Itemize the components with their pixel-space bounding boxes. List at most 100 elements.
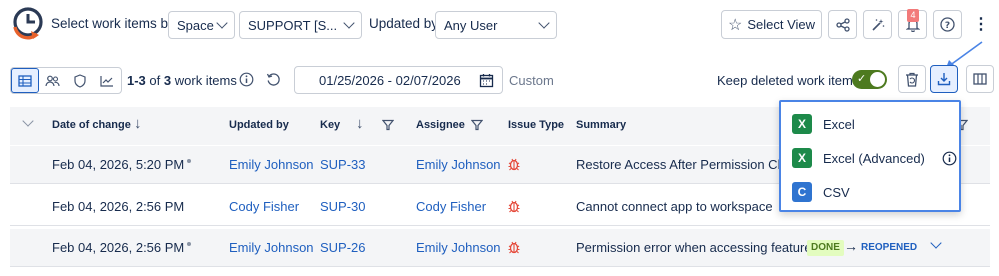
export-menu-item-label: Excel <box>823 116 855 132</box>
row-date: Feb 04, 2026, 2:56 PM <box>52 240 192 255</box>
table-row[interactable]: Feb 04, 2026, 2:56 PM Emily Johnson SUP-… <box>10 229 990 267</box>
changed-dot-icon <box>187 159 192 163</box>
header-updated-by[interactable]: Updated by <box>229 119 289 131</box>
keep-deleted-toggle[interactable]: ✓ <box>852 70 887 89</box>
sort-down-icon[interactable]: ↓ <box>356 115 364 132</box>
filter-icon[interactable] <box>382 119 394 131</box>
share-button[interactable] <box>828 10 857 39</box>
row-date: Feb 04, 2026, 5:20 PM <box>52 157 192 172</box>
keep-deleted-label: Keep deleted work items <box>717 73 860 88</box>
view-switcher <box>10 67 122 94</box>
date-range-input[interactable]: 01/25/2026 - 02/07/2026 <box>294 66 503 94</box>
export-menu-item-label: CSV <box>823 184 850 200</box>
item-count-range: 1-3 <box>127 73 146 88</box>
trash-button[interactable] <box>898 65 926 93</box>
changed-dot-icon <box>187 242 192 246</box>
row-updated-by[interactable]: Emily Johnson <box>229 157 314 172</box>
header-key[interactable]: Key <box>320 119 340 131</box>
header-assignee[interactable]: Assignee <box>416 119 465 131</box>
item-count-of: of <box>149 73 161 88</box>
item-count-suffix: work items <box>174 73 237 88</box>
sort-down-icon[interactable]: ↓ <box>134 115 142 132</box>
help-icon: ? <box>940 17 955 32</box>
row-updated-by[interactable]: Cody Fisher <box>229 199 299 214</box>
row-summary[interactable]: Permission error when accessing feature <box>576 240 812 255</box>
row-assignee[interactable]: Emily Johnson <box>416 157 501 172</box>
row-summary[interactable]: Cannot connect app to workspace <box>576 199 773 214</box>
export-menu-item-label: Excel (Advanced) <box>823 150 925 166</box>
status-to-badge: REOPENED <box>861 242 918 253</box>
bug-icon <box>508 200 520 213</box>
line-chart-icon <box>100 75 114 87</box>
header-issue-type[interactable]: Issue Type <box>508 119 564 131</box>
project-select[interactable]: SUPPORT [S... <box>239 11 362 39</box>
star-icon: ☆ <box>727 16 743 34</box>
toggle-check-icon: ✓ <box>857 73 867 85</box>
chart-view-tab[interactable] <box>94 68 121 93</box>
more-vertical-icon: ⋮ <box>973 15 989 33</box>
export-menu: X Excel X Excel (Advanced) C CSV <box>779 100 961 212</box>
export-menu-item-excel-advanced[interactable]: X Excel (Advanced) <box>781 141 959 175</box>
app-logo-icon <box>11 6 45 42</box>
row-date: Feb 04, 2026, 2:56 PM <box>52 199 185 214</box>
excel-icon: X <box>792 148 812 168</box>
users-icon <box>45 75 60 86</box>
select-view-button[interactable]: ☆ Select View <box>721 10 822 39</box>
status-from-badge: DONE <box>807 240 844 256</box>
notification-count-badge: 4 <box>907 9 919 22</box>
arrow-right-icon: → <box>844 238 858 254</box>
row-key[interactable]: SUP-26 <box>320 240 366 255</box>
filter-icon[interactable] <box>471 119 483 131</box>
magic-wand-icon <box>871 18 884 31</box>
row-assignee[interactable]: Emily Johnson <box>416 240 501 255</box>
row-summary[interactable]: Restore Access After Permission Char <box>576 157 796 172</box>
share-icon <box>835 17 850 32</box>
more-menu-button[interactable]: ⋮ <box>968 10 994 39</box>
help-button[interactable]: ? <box>933 10 962 39</box>
bug-icon <box>508 158 520 171</box>
updated-by-label: Updated by: <box>369 16 442 31</box>
custom-range-label: Custom <box>509 73 554 88</box>
calendar-icon <box>479 73 494 87</box>
excel-icon: X <box>792 114 812 134</box>
export-menu-item-csv[interactable]: C CSV <box>781 175 959 209</box>
table-icon <box>18 74 32 87</box>
project-select-value: SUPPORT [S... <box>248 17 338 33</box>
svg-text:?: ? <box>945 21 950 31</box>
info-icon[interactable] <box>239 72 254 90</box>
chevron-down-icon <box>343 17 355 29</box>
bug-icon <box>508 241 520 254</box>
columns-icon <box>973 73 987 85</box>
space-select[interactable]: Space <box>168 11 235 39</box>
collapse-all-chevron-icon[interactable] <box>22 115 34 127</box>
download-icon <box>937 73 951 86</box>
refresh-icon[interactable] <box>266 72 281 90</box>
header-date[interactable]: Date of change <box>52 119 131 131</box>
security-view-tab[interactable] <box>66 68 93 93</box>
row-key[interactable]: SUP-30 <box>320 199 366 214</box>
toggle-knob <box>870 72 885 87</box>
chevron-down-icon <box>216 17 228 29</box>
export-button[interactable] <box>930 65 958 93</box>
select-view-label: Select View <box>747 17 816 32</box>
expand-row-chevron-icon[interactable] <box>930 237 942 249</box>
row-updated-by[interactable]: Emily Johnson <box>229 240 314 255</box>
select-by-label: Select work items by: <box>51 16 179 31</box>
magic-wand-button[interactable] <box>863 10 892 39</box>
columns-button[interactable] <box>966 65 994 93</box>
table-view-tab[interactable] <box>11 68 39 93</box>
space-select-value: Space <box>177 17 214 33</box>
row-key[interactable]: SUP-33 <box>320 157 366 172</box>
date-range-value: 01/25/2026 - 02/07/2026 <box>319 72 461 88</box>
item-count-total: 3 <box>163 73 172 88</box>
row-assignee[interactable]: Cody Fisher <box>416 199 486 214</box>
item-count: 1-3 of 3 work items <box>127 73 237 88</box>
trash-restore-icon <box>906 72 918 87</box>
header-summary[interactable]: Summary <box>576 119 626 131</box>
user-select-value: Any User <box>444 17 498 33</box>
export-menu-item-excel[interactable]: X Excel <box>781 107 959 141</box>
chevron-down-icon <box>538 17 550 29</box>
user-select[interactable]: Any User <box>435 11 557 39</box>
info-icon[interactable] <box>942 151 957 166</box>
users-view-tab[interactable] <box>39 68 66 93</box>
